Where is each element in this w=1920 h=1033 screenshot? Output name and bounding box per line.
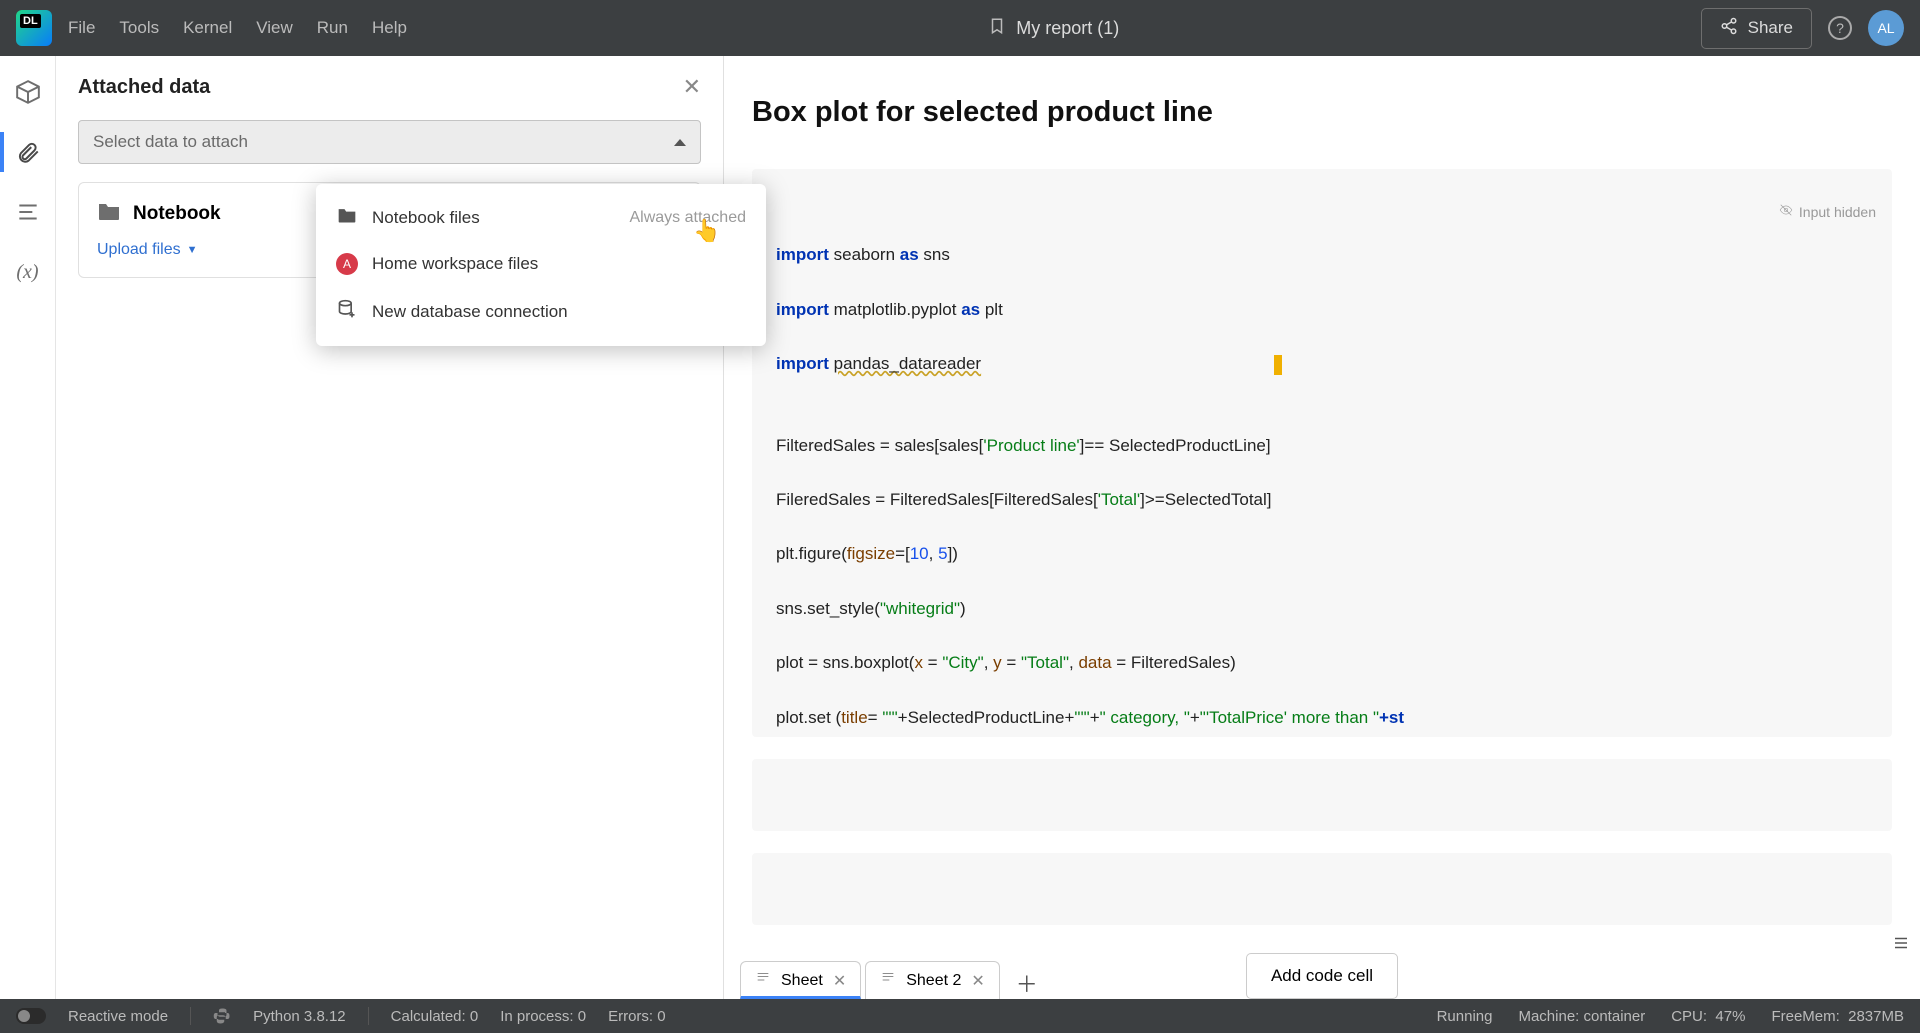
workspace-badge-icon: A (336, 253, 358, 275)
dropdown-notebook-files[interactable]: Notebook files Always attached (316, 194, 766, 241)
panel-title: Attached data (78, 76, 210, 99)
attach-dropdown: Notebook files Always attached A Home wo… (316, 184, 766, 346)
close-tab-icon[interactable]: ✕ (833, 971, 846, 991)
sheet-label: Sheet 2 (906, 972, 961, 990)
status-machine: Machine: container (1518, 1008, 1645, 1025)
document-title[interactable]: My report (1) (1016, 18, 1119, 39)
separator (190, 1007, 191, 1025)
sheet-label: Sheet (781, 972, 823, 990)
document-title-container: My report (1) (407, 17, 1701, 40)
database-plus-icon (336, 299, 358, 324)
code-line: sns.set_style("whitegrid") (776, 595, 1868, 622)
menu-items: File Tools Kernel View Run Help (68, 18, 407, 38)
editor-area: Box plot for selected product line Input… (724, 56, 1920, 999)
dropdown-item-badge: Always attached (629, 209, 746, 227)
bookmark-icon[interactable] (988, 17, 1006, 40)
rail-attachment-icon[interactable] (12, 136, 44, 168)
sheet-menu-icon[interactable] (1892, 934, 1910, 957)
code-line: import pandas_datareader (776, 350, 1868, 377)
code-line: FilteredSales = sales[sales['Product lin… (776, 432, 1868, 459)
python-icon (213, 1007, 231, 1025)
status-right: Running Machine: container CPU: 47% Free… (1437, 1008, 1904, 1025)
sheet-icon (755, 970, 771, 991)
dropdown-item-label: Notebook files (372, 208, 480, 228)
left-rail: (x) (0, 56, 56, 999)
menu-run[interactable]: Run (317, 18, 348, 38)
status-cpu: CPU: 47% (1671, 1008, 1745, 1025)
rail-variables-icon[interactable]: (x) (12, 256, 44, 288)
menu-view[interactable]: View (256, 18, 293, 38)
status-running: Running (1437, 1008, 1493, 1025)
caret-down-icon: ▼ (187, 244, 198, 256)
code-line: FileredSales = FilteredSales[FilteredSal… (776, 486, 1868, 513)
cursor-indicator (1274, 355, 1282, 375)
share-icon (1720, 17, 1738, 40)
status-errors: Errors: 0 (608, 1008, 666, 1025)
panel-header: Attached data ✕ (56, 56, 723, 114)
attach-data-select[interactable]: Select data to attach (78, 120, 701, 164)
menu-tools[interactable]: Tools (119, 18, 159, 38)
avatar[interactable]: AL (1868, 10, 1904, 46)
code-line: plot.set (title= "'"+SelectedProductLine… (776, 704, 1868, 731)
cell-title: Box plot for selected product line (752, 96, 1892, 129)
dropdown-home-workspace[interactable]: A Home workspace files (316, 241, 766, 287)
rail-toc-icon[interactable] (12, 196, 44, 228)
empty-output-cell[interactable] (752, 853, 1892, 925)
dropdown-item-label: Home workspace files (372, 254, 538, 274)
share-button[interactable]: Share (1701, 8, 1812, 49)
sheet-icon (880, 970, 896, 991)
code-cell[interactable]: Input hidden import seaborn as sns impor… (752, 169, 1892, 737)
eye-off-icon (1740, 179, 1793, 246)
input-hidden-badge[interactable]: Input hidden (1740, 179, 1876, 246)
status-in-process: In process: 0 (500, 1008, 586, 1025)
notebook-files-title: Notebook (133, 203, 221, 225)
status-bar: Reactive mode Python 3.8.12 Calculated: … (0, 999, 1920, 1033)
folder-icon (97, 201, 121, 227)
add-sheet-button[interactable]: ＋ (1004, 967, 1050, 999)
empty-output-cell[interactable] (752, 759, 1892, 831)
code-line: plot = sns.boxplot(x = "City", y = "Tota… (776, 649, 1868, 676)
upload-files-label: Upload files (97, 241, 181, 259)
code-line: import matplotlib.pyplot as plt (776, 296, 1868, 323)
rail-box-icon[interactable] (12, 76, 44, 108)
menu-bar: File Tools Kernel View Run Help My repor… (0, 0, 1920, 56)
reactive-mode-label: Reactive mode (68, 1008, 168, 1025)
python-version[interactable]: Python 3.8.12 (253, 1008, 346, 1025)
input-hidden-label: Input hidden (1799, 201, 1876, 223)
sheet-tab-2[interactable]: Sheet 2 ✕ (865, 961, 1000, 999)
reactive-mode-toggle[interactable] (16, 1008, 46, 1024)
code-line: import seaborn as sns (776, 241, 1868, 268)
attached-data-panel: Attached data ✕ Select data to attach No… (56, 56, 724, 999)
close-tab-icon[interactable]: ✕ (971, 971, 984, 991)
dropdown-item-label: New database connection (372, 302, 568, 322)
menu-kernel[interactable]: Kernel (183, 18, 232, 38)
separator (368, 1007, 369, 1025)
folder-solid-icon (336, 206, 358, 229)
close-panel-icon[interactable]: ✕ (683, 74, 701, 100)
main-area: (x) Attached data ✕ Select data to attac… (0, 56, 1920, 999)
status-mem: FreeMem: 2837MB (1771, 1008, 1904, 1025)
status-calculated: Calculated: 0 (391, 1008, 479, 1025)
attach-select-placeholder: Select data to attach (93, 132, 248, 152)
help-icon[interactable]: ? (1828, 16, 1852, 40)
sheet-bar: Sheet ✕ Sheet 2 ✕ ＋ (0, 953, 1920, 999)
dropdown-new-database[interactable]: New database connection (316, 287, 766, 336)
sheet-tab-1[interactable]: Sheet ✕ (740, 961, 861, 999)
menu-file[interactable]: File (68, 18, 95, 38)
menu-help[interactable]: Help (372, 18, 407, 38)
chevron-up-icon (674, 139, 686, 146)
share-label: Share (1748, 18, 1793, 38)
code-line: plt.figure(figsize=[10, 5]) (776, 540, 1868, 567)
app-logo (16, 10, 52, 46)
